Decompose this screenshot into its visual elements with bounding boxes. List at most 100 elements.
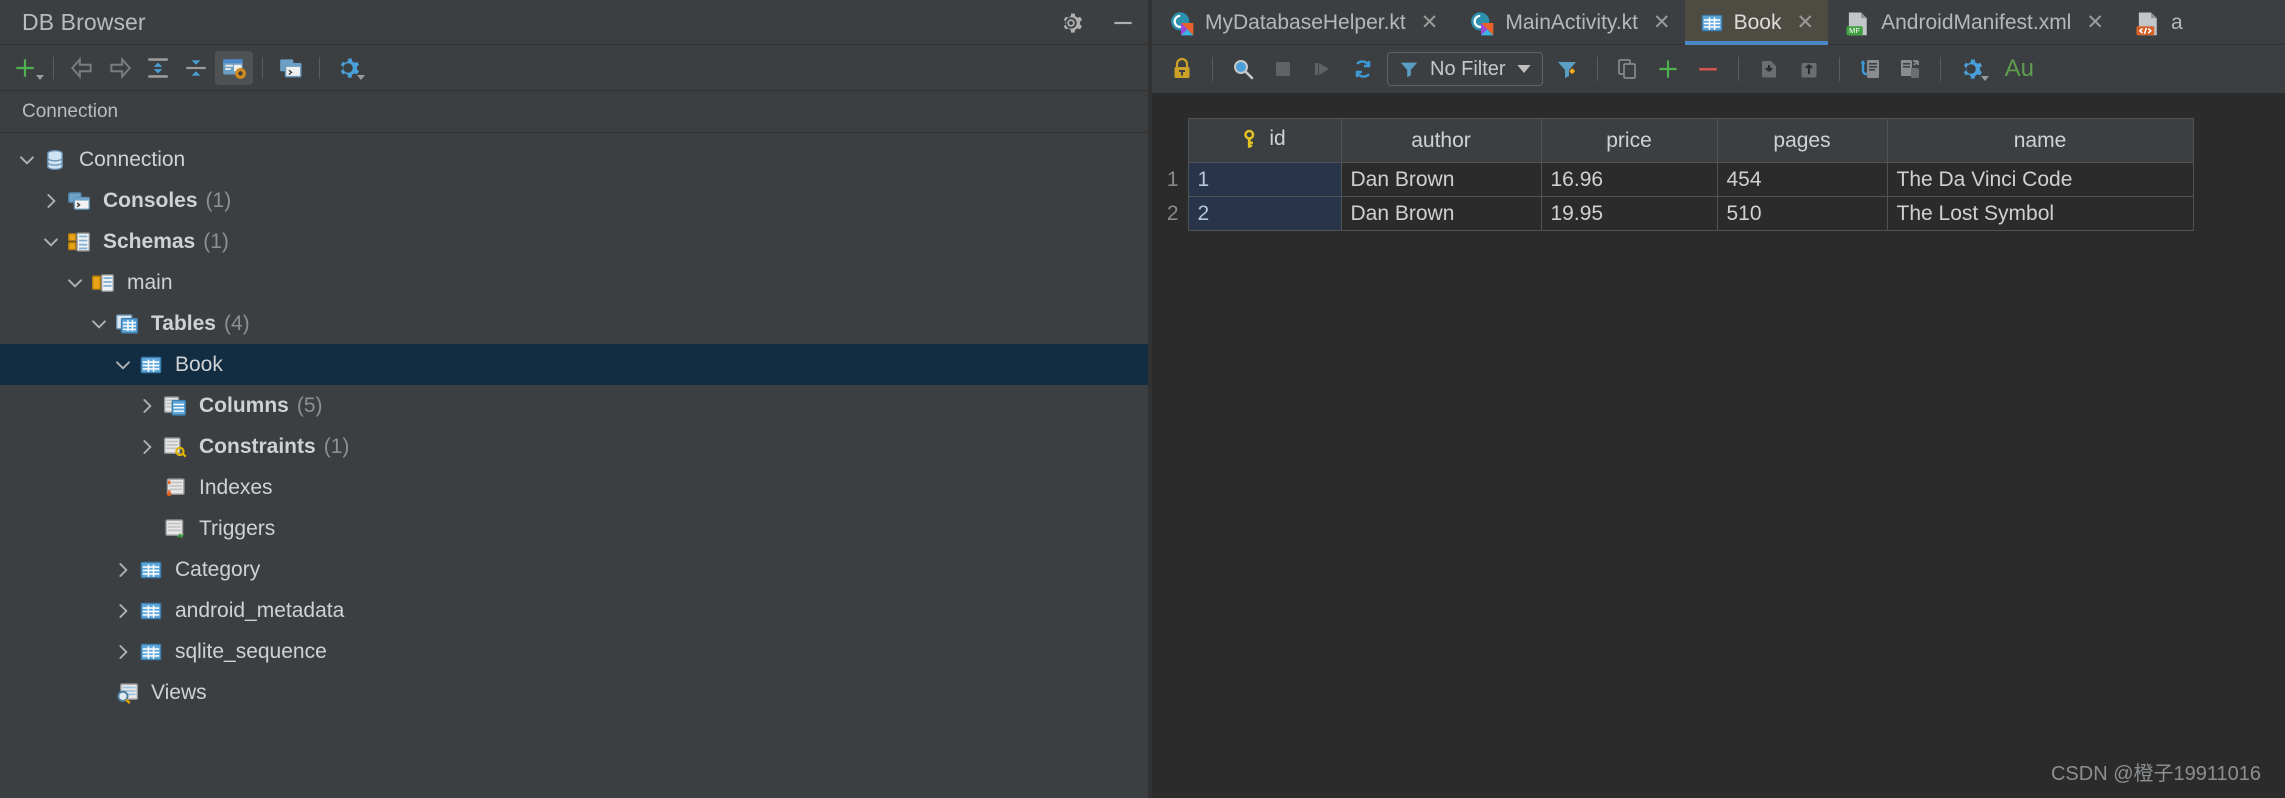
jump-to-editor-icon[interactable] — [215, 50, 253, 85]
manifest-file-icon: MF — [1844, 10, 1870, 36]
expand-all-icon[interactable] — [139, 51, 177, 85]
collapse-all-icon[interactable] — [177, 51, 215, 85]
tree-item-views[interactable]: Views — [0, 672, 1152, 713]
column-header-label: id — [1269, 126, 1286, 150]
tree-item-label: Indexes — [199, 475, 273, 499]
editor-tab-mydatabasehelper-kt[interactable]: MyDatabaseHelper.kt ✕ — [1152, 0, 1452, 45]
cell-price[interactable]: 16.96 — [1540, 162, 1718, 197]
chevron-down-icon[interactable] — [110, 352, 136, 378]
tree-item-android-metadata[interactable]: android_metadata — [0, 590, 1152, 631]
tree-item-sqlite-sequence[interactable]: sqlite_sequence — [0, 631, 1152, 672]
table-row[interactable]: 2 2 Dan Brown 19.95 510 The Lost Symbol — [1152, 196, 2194, 231]
cell-id[interactable]: 1 — [1187, 162, 1342, 197]
tree-item-connection[interactable]: Connection — [0, 139, 1152, 180]
tree-item-label: Columns — [199, 393, 289, 417]
chevron-right-icon[interactable] — [134, 434, 160, 460]
console-folder-icon — [64, 188, 94, 214]
tree-item-label: main — [127, 270, 173, 294]
close-icon[interactable]: ✕ — [2086, 10, 2104, 35]
column-header-id[interactable]: id — [1187, 118, 1342, 163]
chevron-down-icon[interactable] — [62, 270, 88, 296]
tree-item-columns[interactable]: Columns (5) — [0, 385, 1152, 426]
tree-item-triggers[interactable]: Triggers — [0, 508, 1152, 549]
cell-author[interactable]: Dan Brown — [1340, 196, 1542, 231]
tree-item-book[interactable]: Book — [0, 344, 1152, 385]
column-header-author[interactable]: author — [1340, 118, 1542, 163]
grid-corner — [1152, 118, 1188, 163]
cell-name[interactable]: The Da Vinci Code — [1886, 162, 2194, 197]
tree-item-consoles[interactable]: Consoles (1) — [0, 180, 1152, 221]
database-icon — [40, 147, 70, 173]
submit-icon[interactable] — [1789, 52, 1829, 86]
chevron-right-icon[interactable] — [110, 639, 136, 665]
column-header-label: name — [2013, 128, 2067, 152]
chevron-right-icon[interactable] — [110, 598, 136, 624]
column-header-pages[interactable]: pages — [1716, 118, 1888, 163]
chevron-down-icon[interactable] — [86, 311, 112, 337]
db-browser-title: DB Browser — [22, 8, 146, 35]
clear-filter-icon[interactable] — [1547, 52, 1587, 86]
chevron-down-icon[interactable] — [38, 229, 64, 255]
editor-tab-mainactivity-kt[interactable]: MainActivity.kt ✕ — [1452, 0, 1684, 45]
chevron-right-icon[interactable] — [38, 188, 64, 214]
close-icon[interactable]: ✕ — [1797, 10, 1815, 35]
tree-item-constraints[interactable]: Constraints (1) — [0, 426, 1152, 467]
constraints-folder-icon — [160, 434, 190, 460]
tree-item-label: Tables — [151, 311, 216, 335]
tree-item-count: (1) — [323, 434, 350, 458]
tree-item-category[interactable]: Category — [0, 549, 1152, 590]
cell-id[interactable]: 2 — [1187, 196, 1342, 231]
revert-icon[interactable] — [1749, 52, 1789, 86]
add-icon[interactable] — [6, 51, 44, 85]
chevron-right-icon[interactable] — [134, 393, 160, 419]
stop-icon[interactable] — [1263, 52, 1303, 86]
triggers-icon — [160, 516, 190, 542]
chevron-right-icon[interactable] — [110, 557, 136, 583]
gear-icon[interactable] — [329, 51, 367, 85]
run-icon[interactable] — [1303, 52, 1343, 86]
export-data-icon[interactable] — [1890, 52, 1930, 86]
delete-row-icon[interactable] — [1688, 52, 1728, 86]
editor-tab-androidmanifest-xml[interactable]: MF AndroidManifest.xml ✕ — [1828, 0, 2118, 45]
lock-icon[interactable] — [1162, 52, 1202, 86]
close-icon[interactable]: ✕ — [1421, 10, 1439, 35]
tree-item-label: Connection — [79, 147, 186, 171]
tree-item-label: android_metadata — [175, 598, 345, 622]
editor-tab-a[interactable]: a — [2118, 0, 2197, 45]
editor-tab-book[interactable]: Book ✕ — [1684, 0, 1829, 45]
cell-name[interactable]: The Lost Symbol — [1886, 196, 2194, 231]
chevron-down-icon[interactable] — [14, 147, 40, 173]
refresh-icon[interactable] — [1343, 52, 1383, 86]
gear-icon[interactable] — [1951, 52, 1991, 86]
back-arrow-icon[interactable] — [63, 51, 101, 85]
tree-item-main[interactable]: main — [0, 262, 1152, 303]
open-console-icon[interactable] — [272, 51, 310, 85]
tree-item-indexes[interactable]: Indexes — [0, 467, 1152, 508]
tree-item-label: Triggers — [199, 516, 276, 540]
editor-tab-bar: MyDatabaseHelper.kt ✕ MainActivity.kt ✕ Book… — [1152, 0, 2285, 45]
column-header-price[interactable]: price — [1540, 118, 1718, 163]
close-icon[interactable]: ✕ — [1653, 10, 1671, 35]
search-icon[interactable] — [1223, 52, 1263, 86]
column-header-name[interactable]: name — [1886, 118, 2194, 163]
tree-item-schemas[interactable]: Schemas (1) — [0, 221, 1152, 262]
tree-item-label: Consoles — [103, 188, 198, 212]
app-window: DB Browser Connection Connection Console… — [0, 0, 2285, 798]
cell-pages[interactable]: 454 — [1716, 162, 1888, 197]
import-data-icon[interactable] — [1850, 52, 1890, 86]
kotlin-file-icon — [1168, 10, 1194, 36]
table-row[interactable]: 1 1 Dan Brown 16.96 454 The Da Vinci Code — [1152, 162, 2194, 197]
filter-dropdown[interactable]: No Filter — [1387, 52, 1543, 86]
add-row-icon[interactable] — [1648, 52, 1688, 86]
cell-author[interactable]: Dan Brown — [1340, 162, 1542, 197]
cell-price[interactable]: 19.95 — [1540, 196, 1718, 231]
copy-row-icon[interactable] — [1608, 52, 1648, 86]
settings-icon[interactable] — [1058, 10, 1084, 36]
cell-pages[interactable]: 510 — [1716, 196, 1888, 231]
forward-arrow-icon[interactable] — [101, 51, 139, 85]
db-browser-connection-tab[interactable]: Connection — [22, 101, 118, 123]
minimize-icon[interactable] — [1110, 10, 1136, 36]
tree-item-tables[interactable]: Tables (4) — [0, 303, 1152, 344]
